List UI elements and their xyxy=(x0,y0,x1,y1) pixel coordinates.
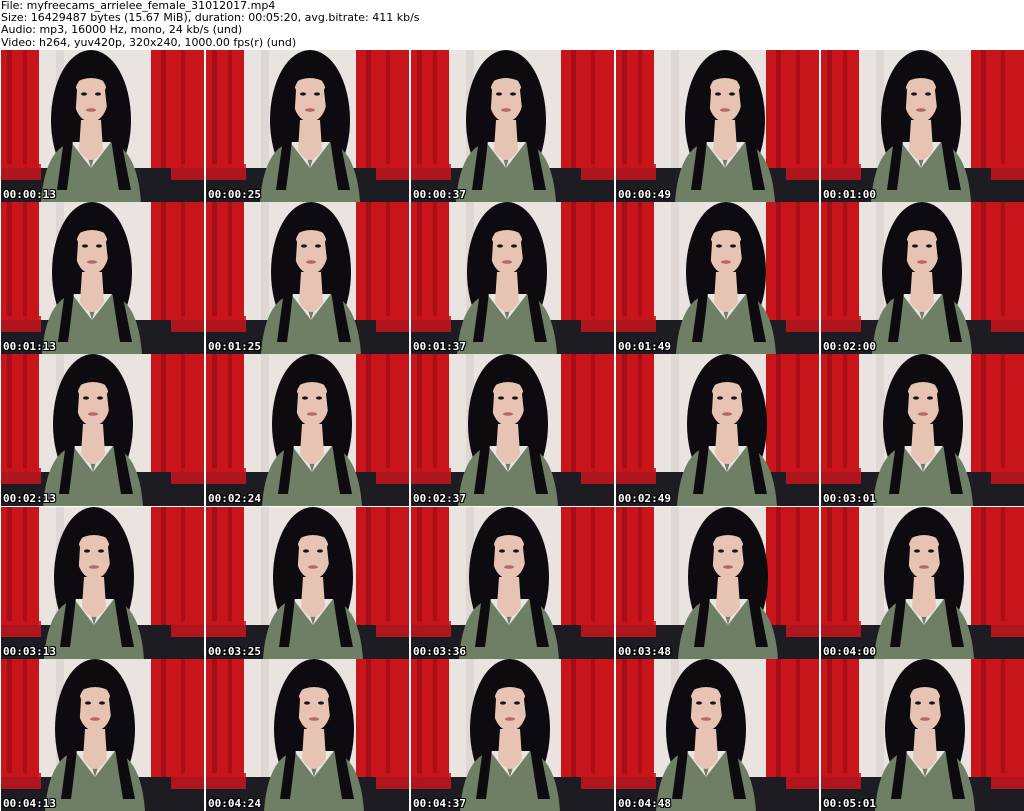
webcam-scene-image xyxy=(616,507,819,659)
frame-timestamp: 00:03:13 xyxy=(3,645,56,658)
video-frame-thumbnail: 00:01:00 xyxy=(821,50,1024,202)
webcam-scene-image xyxy=(206,659,409,811)
frame-timestamp: 00:02:49 xyxy=(618,492,671,505)
webcam-scene-image xyxy=(411,50,614,202)
frame-timestamp: 00:01:25 xyxy=(208,340,261,353)
file-info-header: File: myfreecams_arrielee_female_3101201… xyxy=(1,0,1021,50)
video-frame-thumbnail: 00:00:13 xyxy=(1,50,204,202)
video-frame-thumbnail: 00:03:25 xyxy=(206,507,409,659)
video-frame-thumbnail: 00:03:48 xyxy=(616,507,819,659)
frame-timestamp: 00:02:24 xyxy=(208,492,261,505)
frame-timestamp: 00:04:48 xyxy=(618,797,671,810)
webcam-scene-image xyxy=(1,202,204,354)
video-frame-thumbnail: 00:01:49 xyxy=(616,202,819,354)
video-frame-thumbnail: 00:03:01 xyxy=(821,354,1024,506)
video-frame-thumbnail: 00:03:36 xyxy=(411,507,614,659)
video-frame-thumbnail: 00:03:13 xyxy=(1,507,204,659)
frame-timestamp: 00:04:13 xyxy=(3,797,56,810)
webcam-scene-image xyxy=(1,50,204,202)
frame-timestamp: 00:02:00 xyxy=(823,340,876,353)
webcam-scene-image xyxy=(411,659,614,811)
frame-timestamp: 00:00:49 xyxy=(618,188,671,201)
webcam-scene-image xyxy=(411,202,614,354)
frame-timestamp: 00:03:01 xyxy=(823,492,876,505)
video-frame-thumbnail: 00:04:48 xyxy=(616,659,819,811)
frame-timestamp: 00:02:13 xyxy=(3,492,56,505)
thumbnail-grid: 00:00:13 00:00:25 00:00:37 00:00:49 00:01:00… xyxy=(1,50,1024,811)
video-frame-thumbnail: 00:01:13 xyxy=(1,202,204,354)
video-frame-thumbnail: 00:00:37 xyxy=(411,50,614,202)
webcam-scene-image xyxy=(821,659,1024,811)
video-frame-thumbnail: 00:00:25 xyxy=(206,50,409,202)
video-frame-thumbnail: 00:04:00 xyxy=(821,507,1024,659)
video-frame-thumbnail: 00:02:24 xyxy=(206,354,409,506)
video-frame-thumbnail: 00:01:37 xyxy=(411,202,614,354)
webcam-scene-image xyxy=(616,50,819,202)
webcam-scene-image xyxy=(821,202,1024,354)
frame-timestamp: 00:03:48 xyxy=(618,645,671,658)
frame-timestamp: 00:01:49 xyxy=(618,340,671,353)
frame-timestamp: 00:00:13 xyxy=(3,188,56,201)
frame-timestamp: 00:03:25 xyxy=(208,645,261,658)
video-info-line: Video: h264, yuv420p, 320x240, 1000.00 f… xyxy=(1,35,297,49)
frame-timestamp: 00:05:01 xyxy=(823,797,876,810)
webcam-scene-image xyxy=(821,50,1024,202)
video-frame-thumbnail: 00:05:01 xyxy=(821,659,1024,811)
webcam-scene-image xyxy=(1,507,204,659)
webcam-scene-image xyxy=(206,50,409,202)
video-frame-thumbnail: 00:02:13 xyxy=(1,354,204,506)
frame-timestamp: 00:01:37 xyxy=(413,340,466,353)
webcam-scene-image xyxy=(616,659,819,811)
frame-timestamp: 00:01:13 xyxy=(3,340,56,353)
webcam-scene-image xyxy=(411,507,614,659)
frame-timestamp: 00:00:25 xyxy=(208,188,261,201)
webcam-scene-image xyxy=(616,354,819,506)
video-frame-thumbnail: 00:01:25 xyxy=(206,202,409,354)
frame-timestamp: 00:04:24 xyxy=(208,797,261,810)
video-frame-thumbnail: 00:02:49 xyxy=(616,354,819,506)
frame-timestamp: 00:03:36 xyxy=(413,645,466,658)
video-frame-thumbnail: 00:04:13 xyxy=(1,659,204,811)
webcam-scene-image xyxy=(411,354,614,506)
frame-timestamp: 00:00:37 xyxy=(413,188,466,201)
video-frame-thumbnail: 00:00:49 xyxy=(616,50,819,202)
webcam-scene-image xyxy=(206,202,409,354)
webcam-scene-image xyxy=(616,202,819,354)
video-frame-thumbnail: 00:04:24 xyxy=(206,659,409,811)
webcam-scene-image xyxy=(206,354,409,506)
webcam-scene-image xyxy=(206,507,409,659)
frame-timestamp: 00:01:00 xyxy=(823,188,876,201)
frame-timestamp: 00:04:37 xyxy=(413,797,466,810)
video-frame-thumbnail: 00:04:37 xyxy=(411,659,614,811)
audio-info-line: Audio: mp3, 16000 Hz, mono, 24 kb/s (und… xyxy=(1,23,243,37)
webcam-scene-image xyxy=(1,659,204,811)
webcam-scene-image xyxy=(821,507,1024,659)
frame-timestamp: 00:04:00 xyxy=(823,645,876,658)
webcam-scene-image xyxy=(1,354,204,506)
webcam-scene-image xyxy=(821,354,1024,506)
frame-timestamp: 00:02:37 xyxy=(413,492,466,505)
video-frame-thumbnail: 00:02:37 xyxy=(411,354,614,506)
video-frame-thumbnail: 00:02:00 xyxy=(821,202,1024,354)
